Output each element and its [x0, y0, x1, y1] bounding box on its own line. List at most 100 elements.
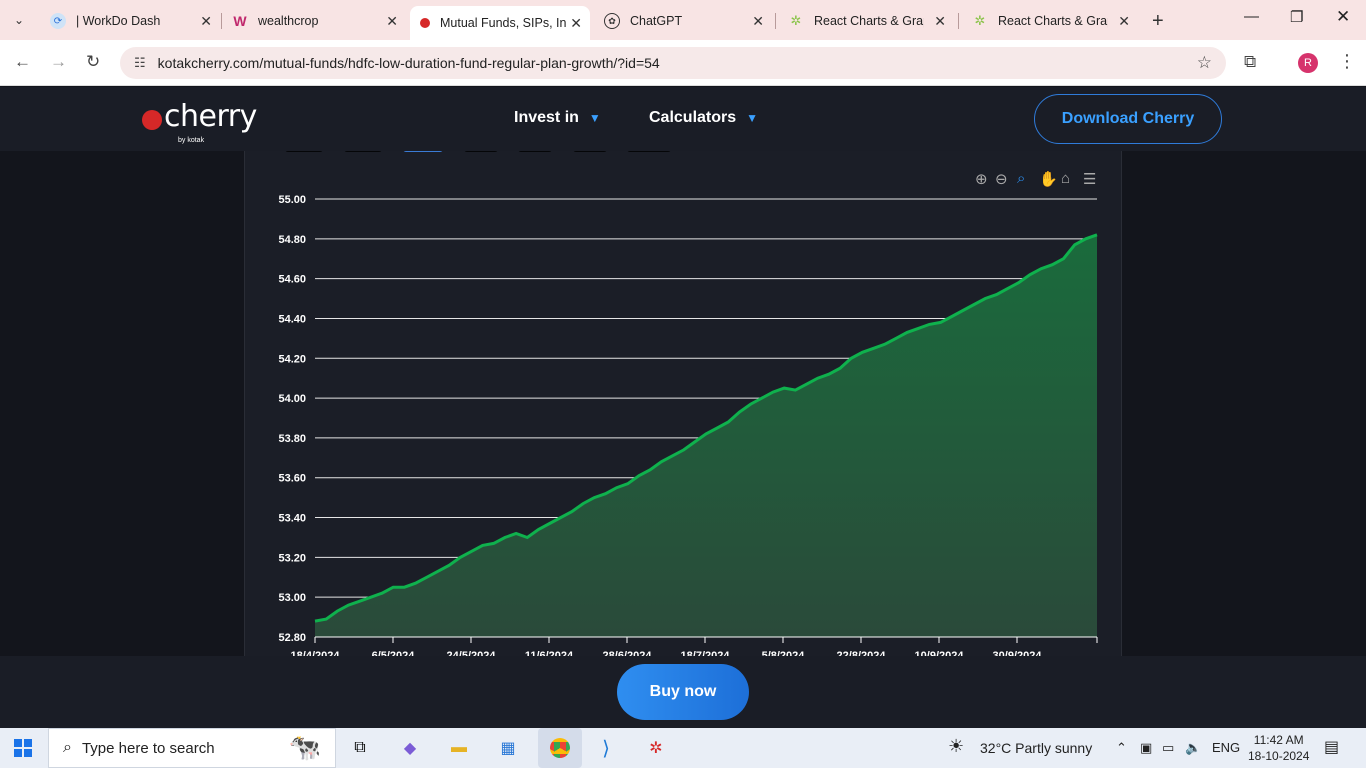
- tray-meet-icon[interactable]: ▣: [1140, 740, 1152, 756]
- profile-avatar[interactable]: R: [1298, 53, 1318, 73]
- tab-chatgpt[interactable]: ✿ ChatGPT ✕: [594, 6, 772, 36]
- zoom-select-icon[interactable]: ⌕: [1017, 170, 1025, 187]
- close-icon[interactable]: ✕: [752, 13, 764, 30]
- url-bar[interactable]: ☷ kotakcherry.com/mutual-funds/hdfc-low-…: [120, 47, 1226, 79]
- y-tick-label: 54.60: [278, 274, 306, 286]
- zoom-in-icon[interactable]: ⊕: [975, 170, 988, 188]
- nav-invest-in[interactable]: Invest in ▼: [514, 109, 601, 127]
- search-placeholder: Type here to search: [81, 739, 215, 757]
- site-info-icon[interactable]: ☷: [134, 55, 146, 71]
- close-icon[interactable]: ✕: [934, 13, 946, 30]
- extensions-puzzle-icon[interactable]: ⧉: [1244, 52, 1256, 72]
- clock-time: 11:42 AM: [1253, 733, 1304, 747]
- notification-icon[interactable]: ▤: [1324, 737, 1339, 757]
- zoom-out-icon[interactable]: ⊖: [995, 170, 1008, 188]
- windows-start-icon[interactable]: [14, 739, 32, 757]
- y-tick-label: 54.80: [278, 234, 306, 246]
- new-tab-plus-icon[interactable]: +: [1152, 10, 1164, 33]
- copilot-icon[interactable]: ◆: [396, 734, 424, 762]
- tab-divider: [958, 13, 959, 29]
- close-icon[interactable]: ✕: [1118, 13, 1130, 30]
- y-tick-label: 53.80: [278, 433, 306, 445]
- reset-home-icon[interactable]: ⌂: [1061, 170, 1070, 187]
- tab-title: | WorkDo Dash: [76, 14, 161, 28]
- ms-store-icon[interactable]: ▦: [494, 734, 522, 762]
- weather-icon[interactable]: ☀: [948, 736, 964, 757]
- taskbar-search-input[interactable]: ⌕ Type here to search 🐄: [48, 728, 336, 768]
- y-tick-label: 53.00: [278, 592, 306, 604]
- windows-taskbar: ⌕ Type here to search 🐄 ⧉ ◆ ▬ ▦ ⟩ ✲ ☀ 32…: [0, 728, 1366, 768]
- address-toolbar: ← → ↻ ☷ kotakcherry.com/mutual-funds/hdf…: [0, 40, 1366, 86]
- y-tick-label: 54.20: [278, 353, 306, 365]
- y-tick-label: 54.00: [278, 393, 306, 405]
- y-tick-label: 54.40: [278, 313, 306, 325]
- clock-date: 18-10-2024: [1248, 749, 1310, 763]
- tab-title: React Charts & Graph: [998, 14, 1108, 28]
- vscode-icon[interactable]: ⟩: [592, 734, 620, 762]
- tab-search-icon[interactable]: ⌄: [6, 7, 32, 33]
- tray-chevron-up-icon[interactable]: ⌃: [1116, 740, 1127, 756]
- reload-icon[interactable]: ↻: [86, 52, 100, 72]
- nav-calculators[interactable]: Calculators ▼: [649, 109, 758, 127]
- tab-wealthcrop[interactable]: W wealthcrop ✕: [222, 6, 406, 36]
- area-fill: [315, 234, 1097, 638]
- file-explorer-icon[interactable]: ▬: [445, 734, 473, 762]
- tab-mutual-funds[interactable]: Mutual Funds, SIPs, In ✕: [410, 6, 590, 40]
- chevron-down-icon: ▼: [746, 111, 759, 125]
- cow-illustration-icon: 🐄: [288, 732, 321, 762]
- chatgpt-favicon-icon: ✿: [604, 13, 620, 29]
- tab-workdo[interactable]: ⟳ | WorkDo Dash ✕: [40, 6, 220, 36]
- wealthcrop-favicon-icon: W: [233, 13, 247, 29]
- react-charts-favicon-icon: ✲: [790, 13, 802, 28]
- weather-text[interactable]: 32°C Partly sunny: [980, 740, 1092, 756]
- logo-subtext: by kotak: [178, 137, 205, 144]
- close-icon[interactable]: ✕: [200, 13, 212, 30]
- y-tick-label: 52.80: [278, 632, 306, 644]
- search-icon: ⌕: [63, 739, 72, 756]
- react-charts-favicon-icon: ✲: [974, 13, 986, 28]
- tab-divider: [775, 13, 776, 29]
- task-view-icon[interactable]: ⧉: [346, 734, 374, 762]
- browser-menu-icon[interactable]: ⋮: [1338, 51, 1356, 72]
- tab-title: Mutual Funds, SIPs, In: [440, 16, 567, 30]
- site-header: cherry by kotak Invest in ▼ Calculators …: [0, 87, 1366, 151]
- y-tick-label: 53.40: [278, 513, 306, 525]
- app-icon[interactable]: ✲: [642, 734, 670, 762]
- browser-tab-bar: ⌄ ⟳ | WorkDo Dash ✕ W wealthcrop ✕ Mutua…: [0, 0, 1366, 40]
- cherry-icon: [142, 110, 162, 130]
- pan-hand-icon[interactable]: ✋: [1039, 170, 1058, 188]
- close-icon[interactable]: ✕: [386, 13, 398, 30]
- tab-title: React Charts & Graph: [814, 14, 924, 28]
- window-close-icon[interactable]: ✕: [1336, 7, 1350, 27]
- close-icon[interactable]: ✕: [570, 15, 582, 32]
- buy-now-button[interactable]: Buy now: [617, 664, 749, 720]
- nav-label: Invest in: [514, 109, 579, 126]
- minimize-icon[interactable]: —: [1244, 8, 1259, 25]
- y-tick-label: 53.60: [278, 473, 306, 485]
- bookmark-star-icon[interactable]: ☆: [1197, 53, 1212, 73]
- volume-icon[interactable]: 🔈: [1185, 740, 1201, 756]
- nav-area-chart: 55.00 54.80 54.60 54.40 54.20 54.00 53.80 53.60…: [278, 194, 1098, 662]
- nav-label: Calculators: [649, 109, 737, 126]
- clock[interactable]: 11:42 AM 18-10-2024: [1248, 732, 1309, 764]
- chart-menu-icon[interactable]: ☰: [1083, 170, 1096, 188]
- y-tick-label: 55.00: [278, 194, 306, 206]
- web-page: 1M3M6M1Y3Y5YALL ⊕ ⊖ ⌕ ✋ ⌂ ☰ 55.0054.8054…: [0, 87, 1366, 728]
- download-cherry-button[interactable]: Download Cherry: [1034, 94, 1222, 144]
- tab-react-charts-1[interactable]: ✲ React Charts & Graph ✕: [778, 6, 954, 36]
- forward-arrow-icon[interactable]: →: [50, 52, 67, 72]
- chevron-down-icon: ▼: [588, 111, 601, 125]
- tab-title: ChatGPT: [630, 14, 683, 28]
- restore-icon[interactable]: ❐: [1290, 8, 1303, 26]
- cherry-favicon-icon: [420, 18, 430, 28]
- cherry-logo[interactable]: cherry by kotak: [142, 99, 257, 144]
- tab-title: wealthcrop: [258, 14, 319, 28]
- language-indicator[interactable]: ENG: [1212, 740, 1240, 755]
- chrome-icon[interactable]: [538, 728, 582, 768]
- network-icon[interactable]: ▭: [1162, 740, 1174, 756]
- back-arrow-icon[interactable]: ←: [14, 52, 31, 72]
- y-tick-label: 53.20: [278, 552, 306, 564]
- url-text[interactable]: kotakcherry.com/mutual-funds/hdfc-low-du…: [158, 55, 660, 71]
- tab-react-charts-2[interactable]: ✲ React Charts & Graph ✕: [962, 6, 1138, 36]
- buy-bar: Buy now: [0, 656, 1366, 728]
